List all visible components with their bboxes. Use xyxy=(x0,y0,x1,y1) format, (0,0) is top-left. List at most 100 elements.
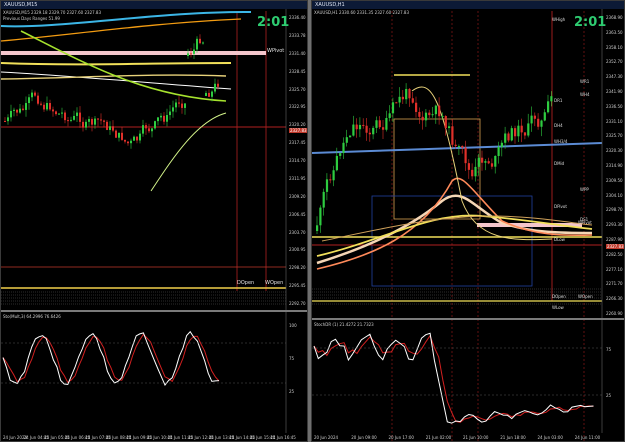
chart-window-m15[interactable]: XAUUSD,M15 XAUUSD,M15 2329.18 2329.70 23… xyxy=(0,0,308,442)
candle-body xyxy=(79,112,81,122)
time-tick-label: 21 Jun 10:00 xyxy=(463,435,489,440)
candle-body xyxy=(441,115,444,117)
level-label: DR1 xyxy=(554,98,563,103)
price-tick-label: 2363.50 xyxy=(606,29,623,35)
candle-body xyxy=(148,128,150,132)
candle-body xyxy=(481,157,484,163)
candle-body xyxy=(166,115,168,122)
price-tick-label: 2317.45 xyxy=(289,140,306,146)
candle-body xyxy=(55,111,57,115)
candle-body xyxy=(61,112,63,114)
candle-body xyxy=(151,128,153,132)
price-tick-label: 2322.95 xyxy=(289,104,306,110)
candle-body xyxy=(504,133,507,143)
level-label-dopen: DOpen xyxy=(237,280,255,286)
time-tick-label: 24 Jun 03:00 xyxy=(537,435,563,440)
candle-body xyxy=(199,38,201,44)
candle-body xyxy=(378,120,381,128)
candle-timer: 2:01 xyxy=(257,15,290,30)
candle-body xyxy=(34,92,36,96)
time-tick-label: 20 Jun 09:00 xyxy=(351,435,377,440)
chart-window-h1[interactable]: XAUUSD,H1 XAUUSD,H1 2330.60 2331.35 2327… xyxy=(311,0,625,442)
candle-body xyxy=(91,119,93,125)
ma-line-green xyxy=(20,30,227,102)
price-tick-label: 2311.95 xyxy=(289,175,306,181)
candle-body xyxy=(464,147,467,164)
candle-body xyxy=(97,118,99,120)
candle-body xyxy=(205,92,207,96)
stoch-main-line xyxy=(2,330,220,386)
subwindow-separator[interactable] xyxy=(1,310,307,312)
candle-body xyxy=(82,121,84,128)
ranges-info: Previous Days Ranges 51.99 xyxy=(3,16,60,21)
candle-body xyxy=(217,83,219,87)
price-tick-label: 2282.50 xyxy=(606,251,623,257)
candle-body xyxy=(537,118,540,127)
price-tick-label: 2293.30 xyxy=(606,222,623,228)
candle-body xyxy=(523,132,527,136)
ma-line-orange xyxy=(1,18,242,42)
candle-body xyxy=(388,113,391,118)
candle-body xyxy=(457,145,461,147)
candle-body xyxy=(16,109,18,113)
level-label: WLow xyxy=(552,305,564,310)
price-tick-label: 25 xyxy=(289,389,295,394)
price-tick-label: 2298.70 xyxy=(606,207,623,213)
price-tick-label: 2309.20 xyxy=(289,193,306,199)
m15-price-chart[interactable] xyxy=(1,1,308,442)
candle-body xyxy=(196,38,198,50)
candle-body xyxy=(428,112,431,116)
candle-body xyxy=(477,157,480,167)
candle-body xyxy=(494,155,497,167)
price-tick-label: 2266.30 xyxy=(606,296,623,302)
price-tick-label: 2325.70 xyxy=(289,86,306,92)
candle-body xyxy=(474,166,477,177)
current-price-tag: 2327.83 xyxy=(289,128,307,133)
candle-body xyxy=(13,109,15,111)
level-label: DOpen xyxy=(552,294,566,299)
wpivot-level-band xyxy=(1,51,266,55)
price-tick-label: 2260.90 xyxy=(606,311,623,316)
candle-body xyxy=(193,49,195,54)
candle-body xyxy=(106,121,108,130)
price-tick-label: 2325.70 xyxy=(606,133,623,139)
candle-body xyxy=(64,112,66,121)
candle-body xyxy=(415,102,418,112)
level-label-wpivot: WPivot xyxy=(267,48,285,54)
price-tick-label: 2358.10 xyxy=(606,44,623,50)
level-label: WPP xyxy=(580,187,589,192)
candle-body xyxy=(408,88,411,99)
level-label: WHigh xyxy=(552,17,566,22)
candle-body xyxy=(31,92,33,98)
candle-body xyxy=(214,83,216,92)
candle-body xyxy=(451,126,454,145)
candle-body xyxy=(431,114,434,116)
candle-body xyxy=(500,142,503,148)
candle-body xyxy=(40,103,42,105)
candle-body xyxy=(139,133,141,141)
candle-body xyxy=(136,136,138,141)
time-tick-label: 24 Jun 11:00 xyxy=(574,435,601,440)
ma-line-blue xyxy=(312,142,603,154)
candle-body xyxy=(405,88,408,100)
stoch-label: Sto(Mult,3) 64.2996 76.6426 xyxy=(3,314,61,319)
price-tick-label: 2314.70 xyxy=(289,158,306,163)
level-label: DH4 xyxy=(554,123,563,128)
candle-body xyxy=(424,112,428,121)
candle-body xyxy=(130,140,132,144)
candle-body xyxy=(332,170,335,181)
candle-body xyxy=(175,102,177,108)
candle-body xyxy=(517,125,520,137)
candle-body xyxy=(368,132,371,135)
candle-body xyxy=(335,155,338,171)
candle-body xyxy=(103,120,105,122)
stoch-label: StochDR (1) 21.4272 21.7323 xyxy=(314,322,374,327)
subwindow-separator[interactable] xyxy=(312,318,624,320)
price-tick-label: 2333.78 xyxy=(289,32,306,38)
candle-body xyxy=(382,127,385,130)
candle-body xyxy=(121,132,123,140)
candle-body xyxy=(133,136,135,141)
price-tick-label: 2298.20 xyxy=(289,265,306,271)
candle-body xyxy=(395,102,398,104)
candle-body xyxy=(325,179,329,192)
